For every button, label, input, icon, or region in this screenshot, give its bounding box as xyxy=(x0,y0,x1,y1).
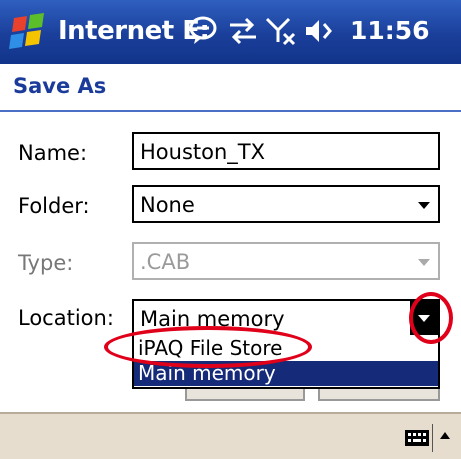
speech-bubble-icon[interactable] xyxy=(186,14,220,48)
windows-flag-icon[interactable] xyxy=(8,12,50,52)
type-label: Type: xyxy=(18,251,74,275)
name-field[interactable]: Houston_TX xyxy=(132,132,440,170)
cancel-button[interactable] xyxy=(318,389,440,401)
sync-arrows-icon[interactable] xyxy=(226,14,260,48)
location-options-list: iPAQ File Store Main memory xyxy=(132,335,440,389)
folder-dropdown-value: None xyxy=(140,193,195,217)
location-dropdown-value: Main memory xyxy=(140,307,285,331)
folder-label: Folder: xyxy=(18,194,90,218)
ok-button[interactable] xyxy=(185,389,305,401)
chevron-up-icon[interactable] xyxy=(440,432,450,439)
location-label: Location: xyxy=(18,306,114,330)
pocketpc-screen: Internet E: 11:56 Save As Name: Houston_… xyxy=(0,0,461,459)
page-title: Save As xyxy=(13,74,107,98)
location-option-ipaq-file-store[interactable]: iPAQ File Store xyxy=(134,336,438,361)
input-panel-divider xyxy=(432,424,433,452)
name-field-value: Houston_TX xyxy=(140,140,265,164)
no-signal-icon[interactable] xyxy=(264,14,298,48)
chevron-down-icon xyxy=(418,259,430,266)
clock[interactable]: 11:56 xyxy=(350,16,430,45)
menu-bar xyxy=(0,412,461,459)
speaker-icon[interactable] xyxy=(302,14,336,48)
folder-dropdown[interactable]: None xyxy=(132,185,440,223)
location-dropdown[interactable]: Main memory xyxy=(132,299,440,337)
header-divider xyxy=(0,110,461,112)
name-label: Name: xyxy=(18,141,88,165)
location-option-main-memory[interactable]: Main memory xyxy=(134,361,438,386)
keyboard-icon[interactable] xyxy=(405,430,429,446)
chevron-down-icon[interactable] xyxy=(418,202,430,209)
location-dropdown-toggle[interactable] xyxy=(410,301,438,335)
type-dropdown-value: .CAB xyxy=(140,250,191,274)
title-bar: Internet E: 11:56 xyxy=(0,0,461,64)
type-dropdown: .CAB xyxy=(132,242,440,280)
chevron-down-icon xyxy=(418,315,430,322)
